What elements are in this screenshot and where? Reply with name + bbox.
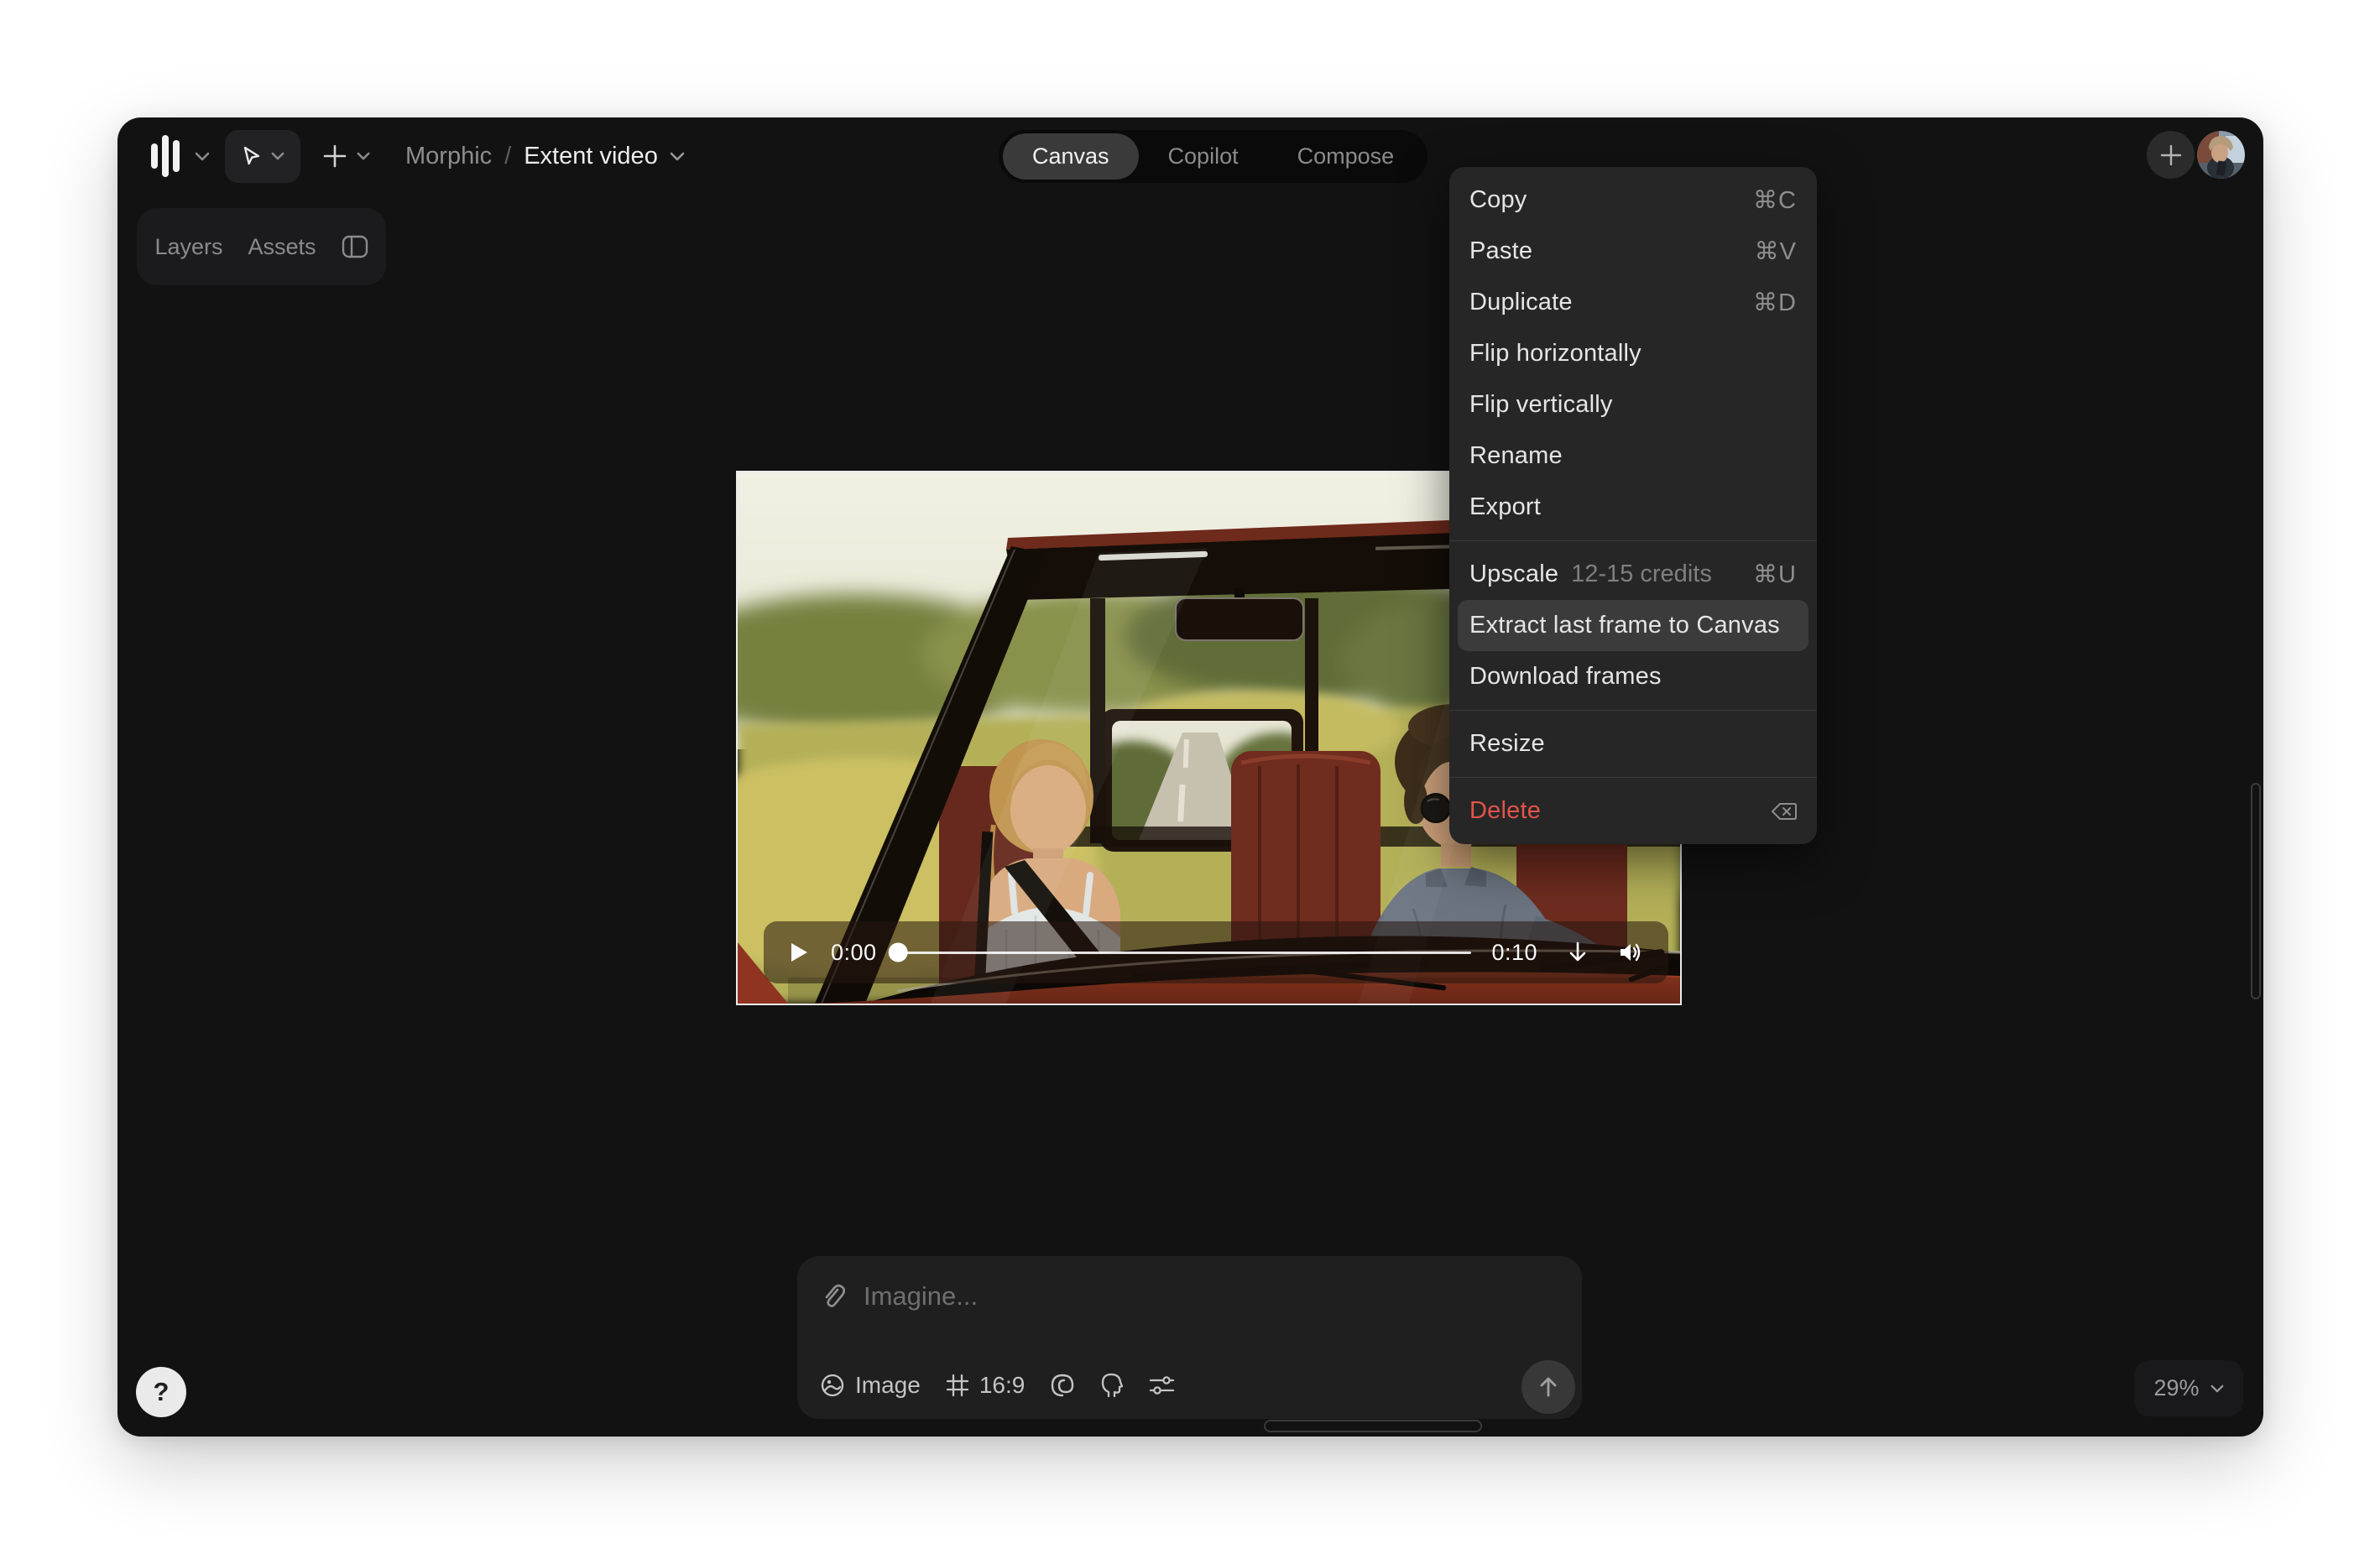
menu-item-upscale[interactable]: Upscale 12-15 credits ⌘U	[1449, 549, 1817, 600]
menu-item-flip-vertically[interactable]: Flip vertically	[1449, 379, 1817, 430]
user-avatar[interactable]	[2197, 131, 2245, 179]
chevron-down-icon	[271, 152, 284, 160]
layers-tab[interactable]: Layers	[154, 234, 222, 260]
menu-separator	[1449, 710, 1817, 711]
menu-item-paste[interactable]: Paste ⌘V	[1449, 226, 1817, 277]
view-switcher: Canvas Copilot Compose	[999, 130, 1427, 183]
menu-item-download-frames[interactable]: Download frames	[1449, 651, 1817, 702]
menu-separator	[1449, 777, 1817, 778]
spiral-icon[interactable]	[1050, 1373, 1075, 1398]
chevron-down-icon	[2210, 1385, 2224, 1393]
menu-item-extract-last-frame[interactable]: Extract last frame to Canvas	[1458, 600, 1808, 651]
current-time: 0:00	[831, 940, 877, 966]
menu-separator	[1449, 540, 1817, 541]
upscale-credits-note: 12-15 credits	[1571, 561, 1712, 588]
tab-copilot[interactable]: Copilot	[1139, 133, 1268, 180]
aspect-ratio-selector[interactable]: 16:9	[946, 1372, 1026, 1399]
arrow-up-icon	[1537, 1375, 1560, 1399]
menu-item-delete[interactable]: Delete	[1449, 785, 1817, 837]
menu-item-rename[interactable]: Rename	[1449, 430, 1817, 482]
backspace-icon	[1772, 802, 1797, 821]
breadcrumb: Morphic / Extent video	[405, 143, 685, 170]
breadcrumb-project[interactable]: Morphic	[405, 143, 492, 170]
tab-compose[interactable]: Compose	[1268, 133, 1424, 180]
volume-button[interactable]	[1618, 941, 1643, 964]
menu-item-copy[interactable]: Copy ⌘C	[1449, 175, 1817, 226]
morphic-logo[interactable]	[151, 133, 181, 180]
cursor-tool-button[interactable]	[225, 130, 300, 183]
vertical-scrollbar[interactable]	[2251, 783, 2261, 999]
tab-canvas[interactable]: Canvas	[1003, 133, 1139, 180]
cursor-tool-icon	[241, 145, 263, 167]
image-icon	[820, 1373, 845, 1398]
left-panel-toggle: Layers Assets	[137, 208, 386, 285]
mode-label: Image	[855, 1372, 921, 1399]
chevron-down-icon[interactable]	[670, 152, 685, 161]
plus-icon	[2159, 143, 2183, 167]
play-button[interactable]	[789, 941, 809, 963]
menu-item-resize[interactable]: Resize	[1449, 718, 1817, 769]
sliders-icon[interactable]	[1149, 1374, 1176, 1397]
scrubber-handle[interactable]	[888, 943, 907, 962]
app-window: Morphic / Extent video Canvas Copilot Co…	[117, 117, 2263, 1437]
add-button[interactable]	[2147, 131, 2195, 179]
mode-selector[interactable]: Image	[820, 1372, 921, 1399]
submit-button[interactable]	[1521, 1360, 1575, 1414]
menu-item-export[interactable]: Export	[1449, 482, 1817, 533]
download-button[interactable]	[1566, 941, 1589, 964]
chevron-down-icon[interactable]	[357, 152, 370, 160]
breadcrumb-separator: /	[504, 143, 511, 170]
horizontal-scrollbar[interactable]	[1264, 1420, 1482, 1432]
menu-item-duplicate[interactable]: Duplicate ⌘D	[1449, 277, 1817, 328]
head-profile-icon[interactable]	[1100, 1373, 1124, 1398]
aspect-ratio-label: 16:9	[979, 1372, 1026, 1399]
assets-tab[interactable]: Assets	[248, 234, 316, 260]
toolbar: Morphic / Extent video	[151, 129, 685, 183]
seek-bar[interactable]	[897, 952, 1472, 954]
help-button[interactable]: ?	[136, 1367, 186, 1417]
chevron-down-icon[interactable]	[195, 152, 210, 161]
video-controls: 0:00 0:10	[764, 921, 1668, 983]
prompt-bar[interactable]: Imagine... Image 16:9	[797, 1256, 1582, 1419]
duration: 0:10	[1491, 940, 1537, 966]
sidebar-toggle-icon[interactable]	[342, 235, 368, 258]
add-object-icon[interactable]	[322, 143, 347, 169]
zoom-level: 29%	[2153, 1375, 2199, 1401]
aspect-ratio-icon	[946, 1374, 969, 1397]
context-menu: Copy ⌘C Paste ⌘V Duplicate ⌘D Flip horiz…	[1449, 167, 1817, 844]
paperclip-icon[interactable]	[820, 1283, 845, 1310]
breadcrumb-page[interactable]: Extent video	[524, 143, 658, 170]
menu-item-flip-horizontally[interactable]: Flip horizontally	[1449, 328, 1817, 379]
zoom-control[interactable]: 29%	[2134, 1360, 2243, 1416]
prompt-input[interactable]: Imagine...	[864, 1281, 978, 1312]
